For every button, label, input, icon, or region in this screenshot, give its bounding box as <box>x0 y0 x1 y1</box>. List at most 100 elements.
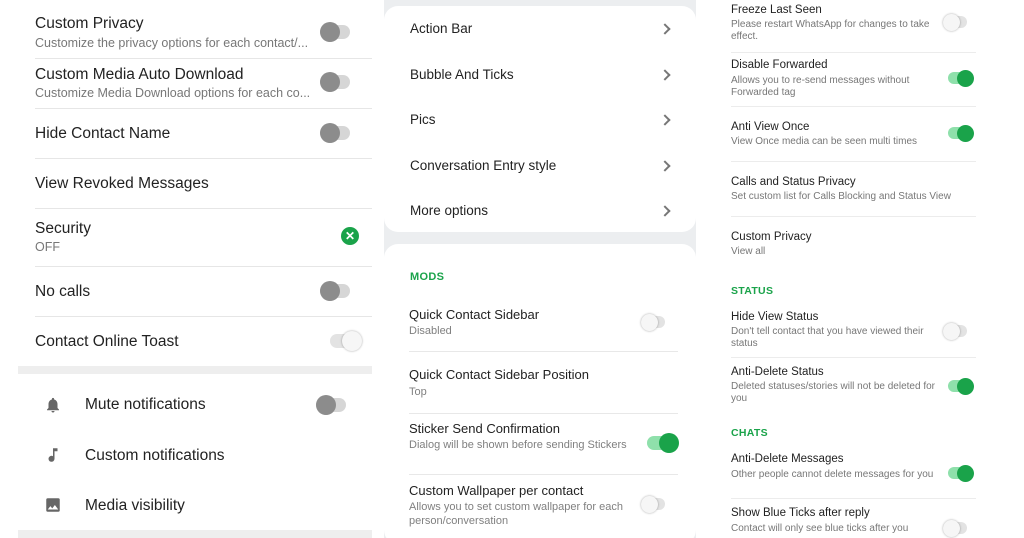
toggle-knob <box>316 395 336 415</box>
sticker-send-confirmation-row[interactable]: Sticker Send Confirmation Dialog will be… <box>384 413 696 474</box>
menu-item-bubble-and-ticks[interactable]: Bubble And Ticks <box>384 51 696 97</box>
view-revoked-messages-row[interactable]: View Revoked Messages <box>18 158 372 208</box>
toggle-knob <box>943 322 960 340</box>
toggle-knob <box>943 13 960 31</box>
custom-media-subtitle: Customize Media Download options for eac… <box>35 86 311 100</box>
contact-online-toast-row[interactable]: Contact Online Toast <box>18 316 372 366</box>
sticker-confirm-title: Sticker Send Confirmation <box>409 421 561 436</box>
anti-view-once-subtitle: View Once media can be seen multi times <box>731 136 918 147</box>
check-circle-icon: ✕ <box>341 227 359 245</box>
anti-view-once-toggle[interactable] <box>948 124 974 142</box>
hide-view-status-toggle[interactable] <box>943 322 967 340</box>
custom-privacy-subtitle: Customize the privacy options for each c… <box>35 36 309 50</box>
menu-item-label: Conversation Entry style <box>410 158 557 173</box>
mute-toggle[interactable] <box>316 395 346 415</box>
menu-item-pics[interactable]: Pics <box>384 97 696 143</box>
music-note-icon <box>48 448 58 462</box>
hide-view-status-row[interactable]: Hide View Status Don't tell contact that… <box>708 300 998 357</box>
toggle-knob <box>957 464 974 482</box>
hide-contact-name-row[interactable]: Hide Contact Name <box>18 108 372 158</box>
hide-view-status-subtitle: Don't tell contact that you have viewed … <box>731 326 924 349</box>
anti-view-once-title: Anti View Once <box>731 121 810 133</box>
conversation-menu-card: Action Bar Bubble And Ticks Pics Convers… <box>384 6 696 232</box>
anti-delete-status-toggle[interactable] <box>948 377 974 395</box>
chevron-right-icon <box>659 114 671 126</box>
show-blue-ticks-row[interactable]: Show Blue Ticks after reply Contact will… <box>708 498 998 538</box>
section-gap <box>18 366 372 374</box>
online-toast-title: Contact Online Toast <box>35 333 179 350</box>
anti-delete-messages-subtitle: Other people cannot delete messages for … <box>731 469 934 480</box>
toggle-knob <box>957 124 974 142</box>
toggle-knob <box>957 377 974 395</box>
disable-forwarded-row[interactable]: Disable Forwarded Allows you to re-send … <box>708 52 998 106</box>
blue-ticks-toggle[interactable] <box>943 519 967 537</box>
menu-item-conversation-entry-style[interactable]: Conversation Entry style <box>384 143 696 189</box>
quick-sidebar-title: Quick Contact Sidebar <box>409 307 540 322</box>
custom-privacy-view-all-row[interactable]: Custom Privacy View all <box>708 216 998 271</box>
anti-view-once-row[interactable]: Anti View Once View Once media can be se… <box>708 106 998 161</box>
calls-status-subtitle: Set custom list for Calls Blocking and S… <box>731 191 951 202</box>
custom-media-toggle[interactable] <box>320 72 350 92</box>
hide-view-status-title: Hide View Status <box>731 311 819 323</box>
menu-item-label: Pics <box>410 112 436 127</box>
quick-sidebar-toggle[interactable] <box>641 313 665 331</box>
hide-contact-name-toggle[interactable] <box>320 123 350 143</box>
bell-icon <box>47 397 59 413</box>
media-visibility-title: Media visibility <box>85 497 185 514</box>
custom-privacy-row[interactable]: Custom Privacy Customize the privacy opt… <box>18 0 372 58</box>
security-row[interactable]: Security OFF ✕ <box>18 208 372 266</box>
freeze-title: Freeze Last Seen <box>731 4 822 16</box>
sticker-confirm-toggle[interactable] <box>647 433 679 453</box>
custom-privacy-title: Custom Privacy <box>731 231 812 243</box>
blue-ticks-subtitle: Contact will only see blue ticks after y… <box>731 523 909 534</box>
wallpaper-subtitle: Allows you to set custom wallpaper for e… <box>409 501 623 527</box>
no-calls-row[interactable]: No calls <box>18 266 372 316</box>
sidebar-position-title: Quick Contact Sidebar Position <box>409 367 589 382</box>
disable-forwarded-title: Disable Forwarded <box>731 59 828 71</box>
menu-item-label: Bubble And Ticks <box>410 67 514 82</box>
disable-forwarded-toggle[interactable] <box>948 69 974 87</box>
whatsapp-privacy-settings-panel: Custom Privacy Customize the privacy opt… <box>18 0 372 538</box>
toggle-knob <box>943 519 960 537</box>
anti-delete-status-subtitle: Deleted statuses/stories will not be del… <box>731 381 935 404</box>
media-visibility-row[interactable]: Media visibility <box>18 480 372 530</box>
freeze-toggle[interactable] <box>943 13 967 31</box>
mute-notifications-row[interactable]: Mute notifications <box>18 380 372 430</box>
hide-contact-name-title: Hide Contact Name <box>35 125 171 142</box>
disable-forwarded-subtitle: Allows you to re-send messages without F… <box>731 75 910 98</box>
menu-item-label: Action Bar <box>410 21 473 36</box>
no-calls-title: No calls <box>35 283 91 300</box>
anti-delete-messages-title: Anti-Delete Messages <box>731 453 844 465</box>
quick-sidebar-subtitle: Disabled <box>409 325 452 337</box>
section-gap <box>18 530 372 538</box>
toggle-knob <box>320 281 340 301</box>
toggle-knob <box>641 313 658 331</box>
blue-ticks-title: Show Blue Ticks after reply <box>731 507 870 519</box>
chevron-right-icon <box>659 205 671 217</box>
custom-privacy-toggle[interactable] <box>320 22 350 42</box>
chevron-right-icon <box>659 69 671 81</box>
anti-delete-status-row[interactable]: Anti-Delete Status Deleted statuses/stor… <box>708 357 998 412</box>
menu-item-label: More options <box>410 203 489 218</box>
toggle-knob <box>957 69 974 87</box>
custom-media-download-row[interactable]: Custom Media Auto Download Customize Med… <box>18 58 372 108</box>
menu-item-action-bar[interactable]: Action Bar <box>384 6 696 51</box>
toggle-knob <box>320 72 340 92</box>
custom-media-title: Custom Media Auto Download <box>35 66 244 83</box>
anti-delete-messages-row[interactable]: Anti-Delete Messages Other people cannot… <box>708 443 998 498</box>
custom-wallpaper-row[interactable]: Custom Wallpaper per contact Allows you … <box>384 474 696 534</box>
custom-notifications-row[interactable]: Custom notifications <box>18 430 372 480</box>
wallpaper-toggle[interactable] <box>641 495 665 513</box>
security-subtitle: OFF <box>35 240 60 254</box>
no-calls-toggle[interactable] <box>320 281 350 301</box>
quick-sidebar-position-row[interactable]: Quick Contact Sidebar Position Top <box>384 351 696 413</box>
anti-delete-messages-toggle[interactable] <box>948 464 974 482</box>
menu-item-more-options[interactable]: More options <box>384 189 696 232</box>
online-toast-toggle[interactable] <box>330 331 362 351</box>
freeze-last-seen-row[interactable]: Freeze Last Seen Please restart WhatsApp… <box>708 0 998 52</box>
calls-status-privacy-row[interactable]: Calls and Status Privacy Set custom list… <box>708 161 998 216</box>
freeze-subtitle: Please restart WhatsApp for changes to t… <box>731 19 930 42</box>
toggle-knob <box>320 22 340 42</box>
quick-contact-sidebar-row[interactable]: Quick Contact Sidebar Disabled <box>384 294 696 351</box>
custom-notifications-title: Custom notifications <box>85 447 225 464</box>
